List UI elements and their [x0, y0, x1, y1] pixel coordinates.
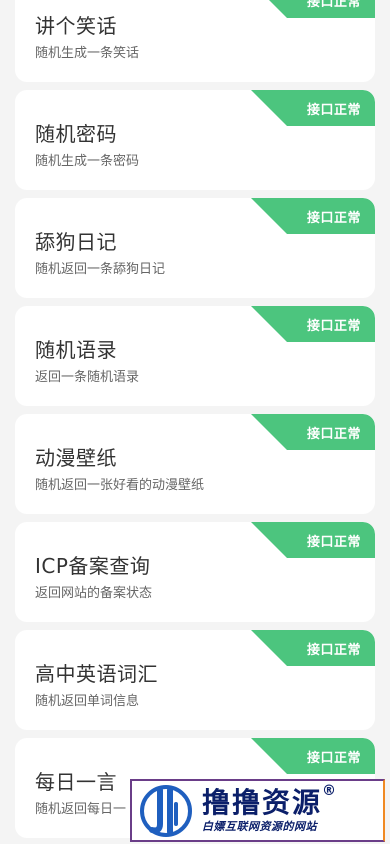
api-card-joke[interactable]: 讲个笑话 随机生成一条笑话 接口正常 [15, 0, 375, 82]
watermark-subtitle: 白嫖互联网资源的网站 [202, 819, 317, 833]
card-title: 随机语录 [35, 338, 117, 362]
registered-mark: ® [322, 783, 337, 799]
status-badge: 接口正常 [251, 630, 375, 666]
card-description: 随机返回每日一 [35, 802, 127, 817]
page: 讲个笑话 随机生成一条笑话 接口正常 随机密码 随机生成一条密码 接口正常 舔狗… [0, 0, 390, 844]
status-badge-label: 接口正常 [306, 0, 361, 10]
status-badge: 接口正常 [251, 414, 375, 450]
status-badge-label: 接口正常 [306, 103, 361, 118]
card-description: 返回网站的备案状态 [35, 586, 153, 601]
api-card-random-password[interactable]: 随机密码 随机生成一条密码 接口正常 [15, 90, 375, 190]
status-badge: 接口正常 [251, 738, 375, 774]
card-description: 随机返回一张好看的动漫壁纸 [35, 478, 205, 493]
card-description: 随机返回单词信息 [35, 694, 140, 709]
card-description: 返回一条随机语录 [35, 370, 140, 385]
status-badge-label: 接口正常 [306, 643, 361, 658]
status-badge-label: 接口正常 [306, 211, 361, 226]
status-badge-label: 接口正常 [306, 427, 361, 442]
api-card-anime-wallpaper[interactable]: 动漫壁纸 随机返回一张好看的动漫壁纸 接口正常 [15, 414, 375, 514]
status-badge: 接口正常 [251, 522, 375, 558]
status-badge: 接口正常 [251, 198, 375, 234]
api-card-simp-diary[interactable]: 舔狗日记 随机返回一条舔狗日记 接口正常 [15, 198, 375, 298]
status-badge-label: 接口正常 [306, 319, 361, 334]
api-card-random-quote[interactable]: 随机语录 返回一条随机语录 接口正常 [15, 306, 375, 406]
card-title: ICP备案查询 [35, 554, 151, 578]
card-title: 舔狗日记 [35, 230, 117, 254]
card-title: 随机密码 [35, 122, 117, 146]
card-title: 动漫壁纸 [35, 446, 117, 470]
card-title: 高中英语词汇 [35, 662, 158, 686]
card-description: 随机生成一条密码 [35, 154, 140, 169]
card-title: 每日一言 [35, 770, 117, 794]
api-card-icp-lookup[interactable]: ICP备案查询 返回网站的备案状态 接口正常 [15, 522, 375, 622]
card-description: 随机返回一条舔狗日记 [35, 262, 166, 277]
watermark-title: 撸撸资源 [202, 785, 323, 819]
status-badge-label: 接口正常 [306, 751, 361, 766]
api-card-list: 讲个笑话 随机生成一条笑话 接口正常 随机密码 随机生成一条密码 接口正常 舔狗… [15, 0, 375, 844]
api-card-english-vocab[interactable]: 高中英语词汇 随机返回单词信息 接口正常 [15, 630, 375, 730]
card-description: 随机生成一条笑话 [35, 46, 140, 61]
watermark-logo: 撸撸资源 ® 白嫖互联网资源的网站 [130, 779, 385, 842]
watermark-logo-icon [132, 781, 200, 840]
status-badge: 接口正常 [251, 0, 375, 18]
status-badge: 接口正常 [251, 306, 375, 342]
status-badge-label: 接口正常 [306, 535, 361, 550]
card-title: 讲个笑话 [35, 14, 117, 38]
status-badge: 接口正常 [251, 90, 375, 126]
